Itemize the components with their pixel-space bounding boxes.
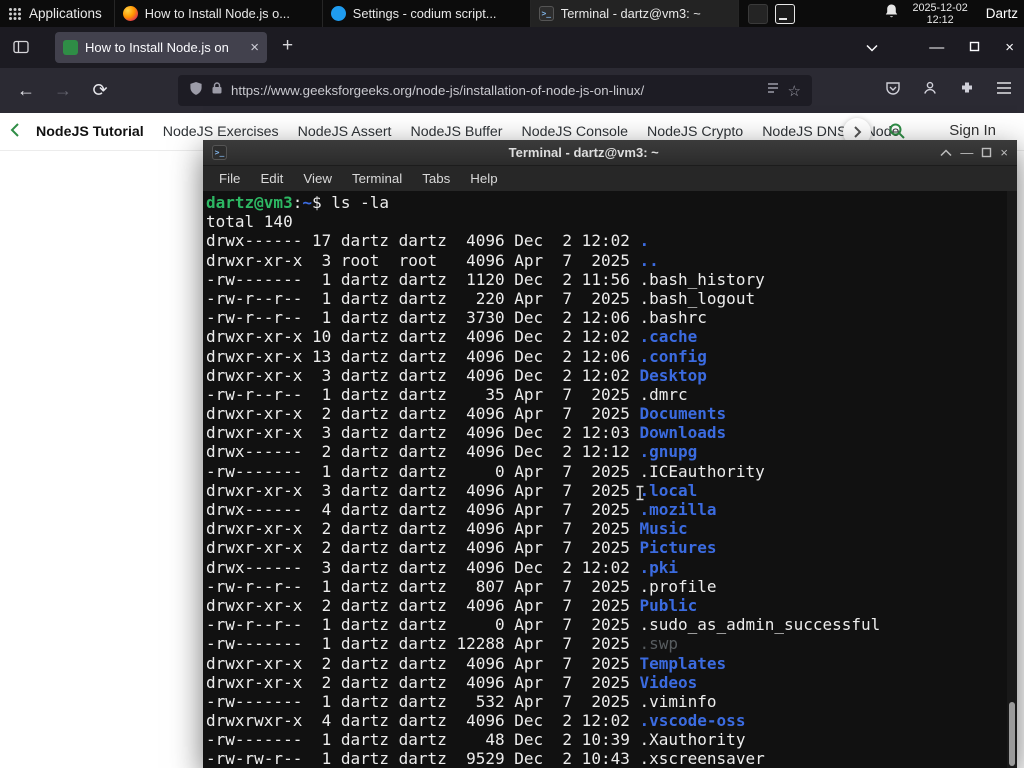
- menu-edit[interactable]: Edit: [250, 171, 293, 186]
- menu-view[interactable]: View: [293, 171, 342, 186]
- terminal-window: >_ Terminal - dartz@vm3: ~ — × File Edit…: [203, 140, 1017, 768]
- terminal-shade-button[interactable]: [940, 148, 952, 157]
- tab-close-icon[interactable]: ×: [250, 40, 259, 55]
- reader-mode-icon[interactable]: [766, 81, 780, 100]
- window-button-label: Terminal - dartz@vm3: ~: [560, 6, 701, 21]
- url-text[interactable]: https://www.geeksforgeeks.org/node-js/in…: [231, 83, 758, 98]
- terminal-menubar: File Edit View Terminal Tabs Help: [203, 166, 1017, 191]
- reload-icon[interactable]: ⟳: [88, 80, 112, 101]
- terminal-titlebar[interactable]: >_ Terminal - dartz@vm3: ~ — ×: [203, 140, 1017, 166]
- top-panel: Applications How to Install Node.js o...…: [0, 0, 1024, 27]
- applications-menu-button[interactable]: Applications: [0, 0, 115, 27]
- close-button[interactable]: ×: [1005, 40, 1014, 55]
- applications-label: Applications: [29, 6, 102, 21]
- notifications-bell-icon[interactable]: [884, 3, 899, 24]
- browser-tab[interactable]: How to Install Node.js on ×: [55, 32, 267, 63]
- account-icon[interactable]: [922, 80, 938, 101]
- clock[interactable]: 2025-12-02 12:12: [913, 2, 968, 26]
- window-controls: — ×: [866, 27, 1014, 68]
- pocket-icon[interactable]: [885, 80, 901, 101]
- site-nav-item-dns[interactable]: NodeJS DNS: [762, 124, 846, 140]
- menu-help[interactable]: Help: [460, 171, 507, 186]
- panel-window-button-terminal[interactable]: >_ Terminal - dartz@vm3: ~: [530, 0, 739, 27]
- lock-icon[interactable]: [211, 81, 223, 100]
- sign-in-button[interactable]: Sign In: [949, 122, 996, 139]
- gfg-favicon: [63, 40, 78, 55]
- terminal-body[interactable]: dartz@vm3:~$ ls -la total 140 drwx------ 1…: [203, 191, 1017, 768]
- firefox-nav-bar: ← → ⟳ https://www.geeksforgeeks.org/node…: [0, 68, 1024, 113]
- site-nav-item-buffer[interactable]: NodeJS Buffer: [411, 124, 503, 140]
- terminal-output: dartz@vm3:~$ ls -la total 140 drwx------ 1…: [206, 193, 881, 768]
- forward-icon[interactable]: →: [51, 80, 75, 101]
- menu-icon[interactable]: [996, 81, 1012, 100]
- tracking-shield-icon[interactable]: [189, 81, 203, 101]
- nav-scroll-left-icon[interactable]: [10, 122, 20, 142]
- terminal-scrollbar[interactable]: [1007, 191, 1017, 768]
- user-label: Dartz: [985, 6, 1018, 21]
- codium-icon: [330, 6, 346, 21]
- desktop: NodeJS Tutorial NodeJS Exercises NodeJS …: [0, 0, 1024, 768]
- window-button-label: How to Install Node.js o...: [144, 6, 290, 21]
- terminal-maximize-button[interactable]: [981, 147, 992, 158]
- terminal-scrollbar-thumb[interactable]: [1009, 702, 1015, 766]
- clock-date: 2025-12-02: [912, 1, 968, 14]
- bookmark-star-icon[interactable]: ☆: [788, 82, 801, 100]
- terminal-icon: >_: [538, 6, 554, 21]
- url-bar[interactable]: https://www.geeksforgeeks.org/node-js/in…: [178, 75, 812, 106]
- terminal-minimize-button[interactable]: —: [960, 146, 973, 159]
- minimize-button[interactable]: —: [929, 40, 944, 55]
- panel-window-button-codium[interactable]: Settings - codium script...: [323, 0, 531, 27]
- new-tab-button[interactable]: +: [282, 35, 293, 57]
- firefox-view-icon[interactable]: [13, 40, 29, 59]
- menu-terminal[interactable]: Terminal: [342, 171, 412, 186]
- tray-icon-app[interactable]: [747, 3, 768, 24]
- extensions-icon[interactable]: [959, 80, 975, 101]
- menu-file[interactable]: File: [209, 171, 250, 186]
- mouse-cursor: [635, 485, 645, 505]
- window-button-label: Settings - codium script...: [352, 6, 497, 21]
- site-nav-item-assert[interactable]: NodeJS Assert: [298, 124, 392, 140]
- back-icon[interactable]: ←: [14, 80, 38, 101]
- tab-title: How to Install Node.js on: [85, 40, 229, 55]
- toolbar-icons: [885, 68, 1012, 113]
- firefox-icon: [122, 6, 138, 21]
- site-nav-item-crypto[interactable]: NodeJS Crypto: [647, 124, 743, 140]
- firefox-tab-bar: How to Install Node.js on × + — ×: [0, 27, 1024, 68]
- panel-window-button-firefox[interactable]: How to Install Node.js o...: [115, 0, 323, 27]
- terminal-title: Terminal - dartz@vm3: ~: [508, 145, 659, 160]
- site-nav-item-console[interactable]: NodeJS Console: [522, 124, 628, 140]
- terminal-app-icon: >_: [212, 145, 227, 160]
- site-nav-item-tutorial[interactable]: NodeJS Tutorial: [36, 124, 144, 140]
- tray-icon-terminal[interactable]: [774, 3, 795, 24]
- site-nav-item-exercises[interactable]: NodeJS Exercises: [163, 124, 279, 140]
- clock-time: 12:12: [926, 13, 954, 26]
- applications-grid-icon: [9, 7, 21, 20]
- maximize-button[interactable]: [969, 39, 980, 57]
- list-tabs-chevron-icon[interactable]: [866, 39, 878, 57]
- menu-tabs[interactable]: Tabs: [412, 171, 460, 186]
- terminal-close-button[interactable]: ×: [1000, 146, 1008, 159]
